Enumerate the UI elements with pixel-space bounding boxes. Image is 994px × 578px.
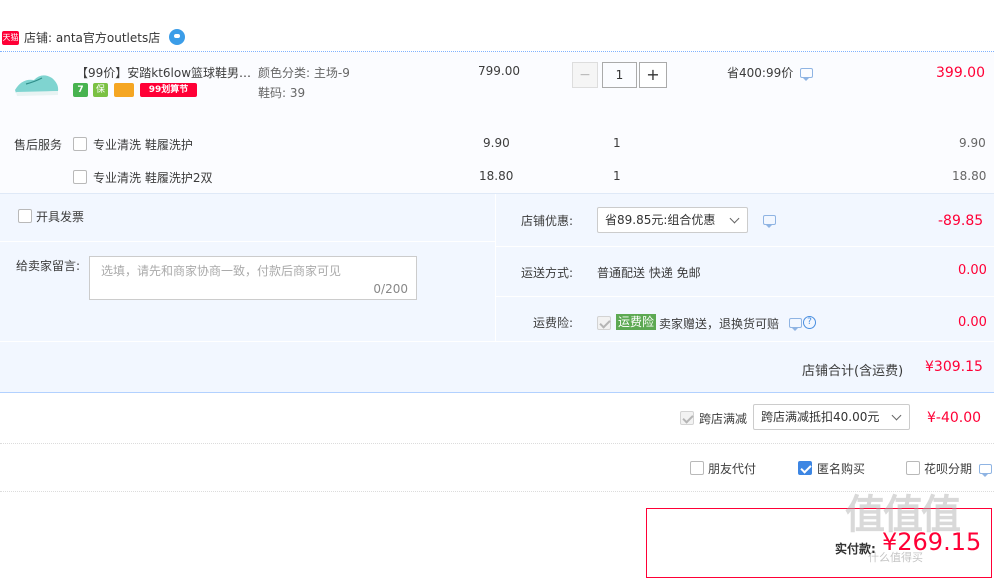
shipping-method: 普通配送 快递 免邮	[597, 266, 701, 280]
cross-store-amount: ¥-40.00	[927, 410, 982, 426]
shop-discount-label: 店铺优惠:	[521, 214, 574, 228]
shop-total-amount: ¥309.15	[925, 359, 983, 375]
panel-vertical-divider	[495, 194, 496, 341]
anonymous-checkbox[interactable]	[798, 461, 812, 475]
insurance-tag: 运费险	[616, 314, 657, 330]
product-size-attr: 鞋码: 39	[258, 86, 306, 100]
cross-store-checkbox	[680, 411, 694, 425]
note-label: 给卖家留言:	[16, 259, 81, 273]
seven-day-return-badge: 7	[73, 83, 88, 97]
cross-store-value: 跨店满减抵扣40.00元	[761, 410, 880, 424]
huabei-label: 花呗分期	[924, 462, 973, 476]
after-sales-label: 售后服务	[14, 138, 63, 152]
qty-minus-button[interactable]: −	[572, 62, 598, 88]
chat-bubble-icon[interactable]	[169, 29, 185, 45]
service-1-qty: 1	[613, 136, 621, 150]
panel-row-divider-3	[496, 296, 994, 297]
unit-price: 799.00	[478, 64, 520, 78]
product-thumbnail[interactable]	[12, 66, 62, 102]
help-icon[interactable]: ?	[803, 316, 816, 329]
service-1-price: 9.90	[483, 136, 510, 150]
anonymous-label: 匿名购买	[817, 462, 866, 476]
shop-name[interactable]: 店铺: anta官方outlets店	[24, 29, 160, 46]
friend-pay-label: 朋友代付	[708, 462, 757, 476]
service-1-name: 专业清洗 鞋履洗护	[93, 138, 193, 152]
insurance-label: 运费险:	[533, 316, 574, 330]
panel-row-divider-1	[0, 241, 495, 242]
shop-discount-value: 省89.85元:组合优惠	[605, 213, 716, 227]
shipping-label: 运送方式:	[521, 266, 574, 280]
huabei-message-icon[interactable]	[979, 464, 992, 477]
seller-note-input[interactable]: 选填，请先和商家协商一致，付款后商家可见 0/200	[89, 256, 417, 300]
festival-badge: 99划算节	[140, 83, 197, 97]
watermark-logo: 值值值	[845, 492, 961, 538]
service-2-price: 18.80	[479, 169, 514, 183]
product-color-attr: 颜色分类: 主场-9	[258, 66, 350, 80]
shop-discount-amount: -89.85	[938, 213, 984, 229]
cross-store-label: 跨店满减	[699, 412, 748, 426]
credit-card-icon	[114, 83, 134, 97]
seller-note-counter: 0/200	[373, 282, 408, 296]
cross-store-divider	[0, 443, 994, 444]
shipping-amount: 0.00	[958, 263, 987, 278]
panel-row-divider-2	[496, 246, 994, 247]
qty-plus-button[interactable]: +	[639, 62, 667, 88]
service-2-name: 专业清洗 鞋履洗护2双	[93, 171, 213, 185]
invoice-checkbox[interactable]	[18, 209, 32, 223]
service-2-total: 18.80	[952, 169, 987, 183]
service-1-checkbox[interactable]	[73, 137, 87, 151]
insurance-text: 卖家赠送，退换货可赔	[659, 317, 780, 331]
seller-note-placeholder: 选填，请先和商家协商一致，付款后商家可见	[101, 264, 342, 278]
product-title[interactable]: 【99价】安踏kt6low篮球鞋男…	[76, 64, 251, 81]
insurance-amount: 0.00	[958, 315, 987, 330]
insurance-checkbox	[597, 316, 611, 330]
guarantee-badge: 保	[93, 83, 108, 97]
service-1-total: 9.90	[959, 136, 986, 150]
friend-pay-checkbox[interactable]	[690, 461, 704, 475]
insurance-message-icon[interactable]	[789, 318, 802, 331]
tmall-badge: 天猫	[2, 31, 19, 45]
discount-message-icon[interactable]	[800, 68, 813, 81]
huabei-checkbox[interactable]	[906, 461, 920, 475]
chevron-down-icon	[891, 410, 902, 421]
shop-total-label: 店铺合计(含运费)	[802, 364, 904, 379]
panel-row-divider-4	[0, 341, 994, 342]
invoice-label: 开具发票	[36, 210, 85, 224]
shop-discount-message-icon[interactable]	[763, 215, 776, 228]
chevron-down-icon	[729, 213, 740, 224]
service-2-checkbox[interactable]	[73, 170, 87, 184]
item-discount: 省400:99价	[727, 66, 794, 80]
cross-store-select[interactable]: 跨店满减抵扣40.00元	[753, 404, 910, 430]
service-2-qty: 1	[613, 169, 621, 183]
qty-input[interactable]: 1	[602, 62, 637, 88]
item-subtotal: 399.00	[936, 65, 985, 81]
shop-discount-select[interactable]: 省89.85元:组合优惠	[597, 207, 748, 233]
